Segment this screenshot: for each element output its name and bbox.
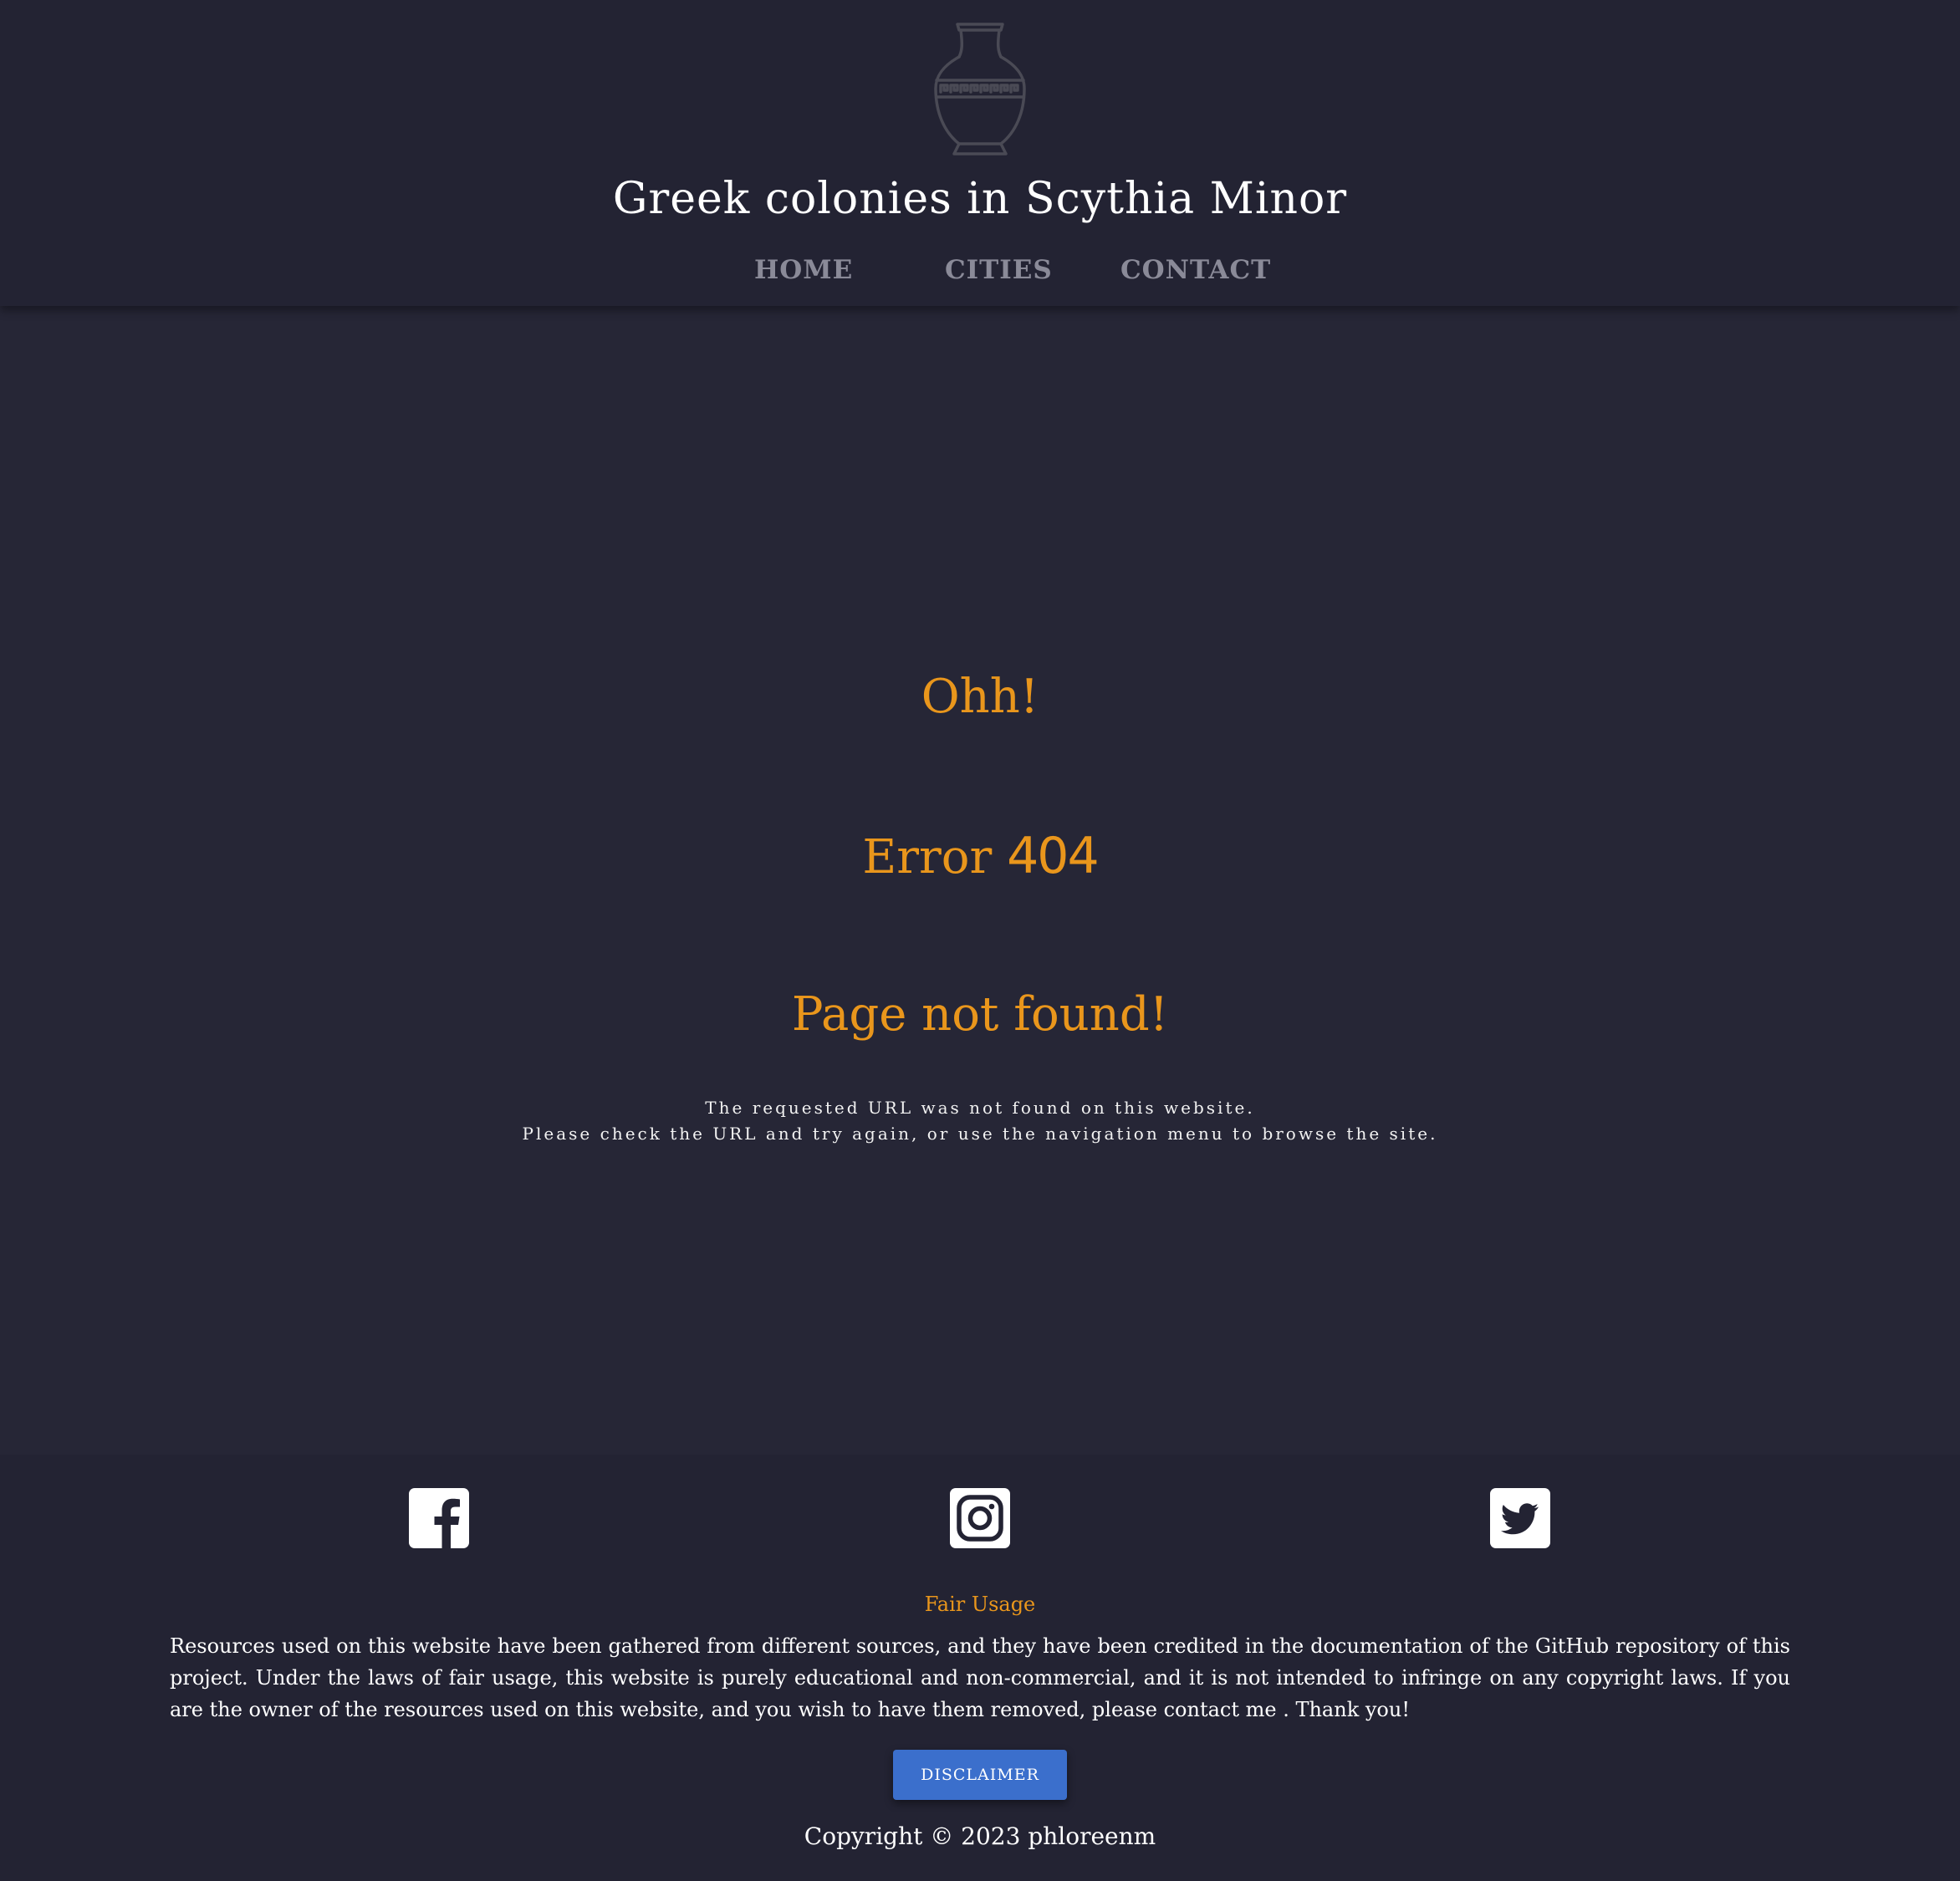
nav-cities-link[interactable]: CITIES xyxy=(945,255,1053,285)
nav-home-link[interactable]: HOME xyxy=(754,255,853,285)
twitter-icon[interactable] xyxy=(1490,1488,1550,1548)
exclamation-heading: Ohh! xyxy=(921,670,1039,724)
main-nav: HOME CITIES CONTACT xyxy=(0,255,1960,292)
copyright-text: Copyright © 2023 phloreenm xyxy=(804,1822,1156,1850)
fair-usage-text: Resources used on this website have been… xyxy=(170,1634,1790,1721)
error-message-line-2: Please check the URL and try again, or u… xyxy=(522,1124,1438,1144)
error-content: Ohh! Error 404 Page not found! The reque… xyxy=(0,306,1960,1455)
error-word: Error xyxy=(862,830,993,884)
site-header: Greek colonies in Scythia Minor HOME CIT… xyxy=(0,0,1960,306)
error-heading: Error 404 xyxy=(0,827,1960,885)
fair-usage-title: Fair Usage xyxy=(924,1593,1036,1616)
instagram-icon[interactable] xyxy=(950,1488,1010,1548)
facebook-icon[interactable] xyxy=(409,1488,469,1548)
error-message-line-1: The requested URL was not found on this … xyxy=(705,1098,1255,1118)
nav-contact-link[interactable]: CONTACT xyxy=(1120,255,1271,285)
site-title: Greek colonies in Scythia Minor xyxy=(612,174,1348,224)
error-message: The requested URL was not found on this … xyxy=(0,1095,1960,1147)
greek-amphora-icon[interactable] xyxy=(926,20,1034,161)
disclaimer-button[interactable]: DISCLAIMER xyxy=(893,1750,1067,1800)
page-not-found-heading: Page not found! xyxy=(791,987,1169,1042)
error-code: 404 xyxy=(1007,827,1100,885)
site-footer: Fair Usage Resources used on this websit… xyxy=(0,1455,1960,1881)
